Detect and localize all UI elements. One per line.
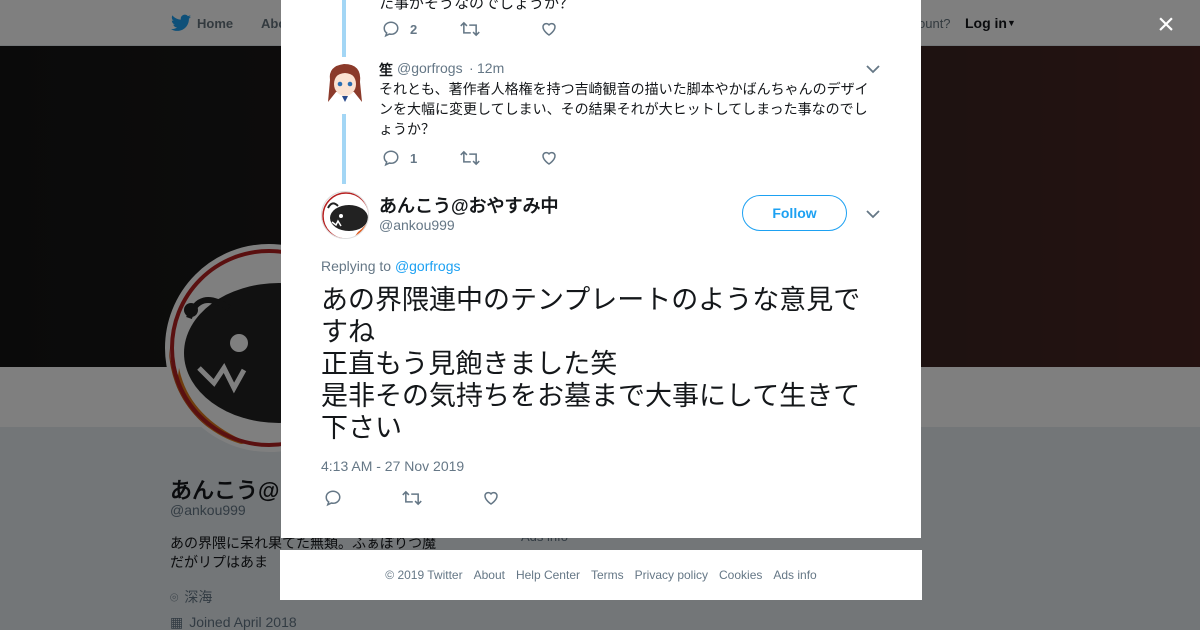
- retweet-icon: [460, 21, 480, 37]
- footer-link-ads-info[interactable]: Ads info: [773, 568, 816, 582]
- reply-button[interactable]: [324, 489, 342, 507]
- retweet-button[interactable]: [460, 149, 480, 167]
- like-button[interactable]: [540, 20, 558, 38]
- retweet-icon: [402, 490, 422, 506]
- close-icon[interactable]: ×: [1153, 10, 1179, 40]
- footer-link-terms[interactable]: Terms: [591, 568, 624, 582]
- reply-tweet-actions: 1: [382, 149, 682, 169]
- retweet-icon: [460, 150, 480, 166]
- reply-author-name[interactable]: 笙: [379, 60, 393, 80]
- like-icon: [484, 491, 498, 505]
- like-button[interactable]: [540, 149, 558, 167]
- footer-copyright: © 2019 Twitter: [385, 568, 463, 582]
- chevron-down-icon[interactable]: [866, 64, 880, 74]
- like-icon: [542, 151, 556, 165]
- reply-author-avatar[interactable]: [324, 62, 366, 108]
- replying-to: Replying to @gorfrogs: [321, 258, 461, 274]
- main-author-name[interactable]: あんこう@おやすみ中: [379, 192, 559, 218]
- main-author-handle[interactable]: @ankou999: [379, 217, 455, 233]
- main-tweet-actions: [324, 489, 624, 509]
- context-tweet-text: た事がそうなのでしょうか？: [379, 0, 575, 12]
- anime-girl-avatar-image: [328, 64, 362, 108]
- reply-button[interactable]: 1: [382, 149, 417, 167]
- retweet-button[interactable]: [402, 489, 422, 507]
- reply-button[interactable]: 2: [382, 20, 417, 38]
- footer-link-about[interactable]: About: [474, 568, 505, 582]
- replying-prefix: Replying to: [321, 258, 392, 274]
- main-author-avatar[interactable]: [321, 191, 369, 239]
- anglerfish-avatar-image: [322, 192, 368, 238]
- reply-icon: [383, 21, 399, 38]
- main-tweet-date[interactable]: 4:13 AM - 27 Nov 2019: [321, 458, 464, 474]
- thread-line: [342, 0, 346, 57]
- chevron-down-icon[interactable]: [866, 209, 880, 219]
- replying-to-link[interactable]: @gorfrogs: [395, 258, 461, 274]
- footer-link-privacy[interactable]: Privacy policy: [635, 568, 708, 582]
- reply-tweet-text: それとも、著作者人格権を持つ吉崎観音の描いた脚本やかばんちゃんのデザインを大幅に…: [379, 81, 869, 137]
- follow-button[interactable]: Follow: [742, 195, 847, 231]
- like-button[interactable]: [482, 489, 500, 507]
- reply-author-handle[interactable]: @gorfrogs: [397, 60, 463, 76]
- thread-line: [342, 114, 346, 184]
- main-tweet-text: あの界隈連中のテンプレートのような意見ですね 正直もう見飽きました笑 是非その気…: [321, 285, 861, 443]
- footer-link-cookies[interactable]: Cookies: [719, 568, 762, 582]
- context-tweet-actions: 2: [382, 20, 682, 40]
- like-icon: [542, 22, 556, 36]
- reply-count: 2: [410, 21, 418, 37]
- reply-icon: [383, 150, 399, 167]
- reply-timestamp[interactable]: 12m: [477, 60, 504, 76]
- tweet-modal: た事がそうなのでしょうか？ 2 笙 @gorfrogs · 12m それとも、著…: [281, 0, 921, 538]
- footer-link-help-center[interactable]: Help Center: [516, 568, 580, 582]
- handle-time-separator: ·: [469, 60, 474, 76]
- footer: © 2019 Twitter About Help Center Terms P…: [280, 550, 922, 600]
- retweet-button[interactable]: [460, 20, 480, 38]
- reply-icon: [325, 490, 341, 507]
- reply-count: 1: [410, 150, 418, 166]
